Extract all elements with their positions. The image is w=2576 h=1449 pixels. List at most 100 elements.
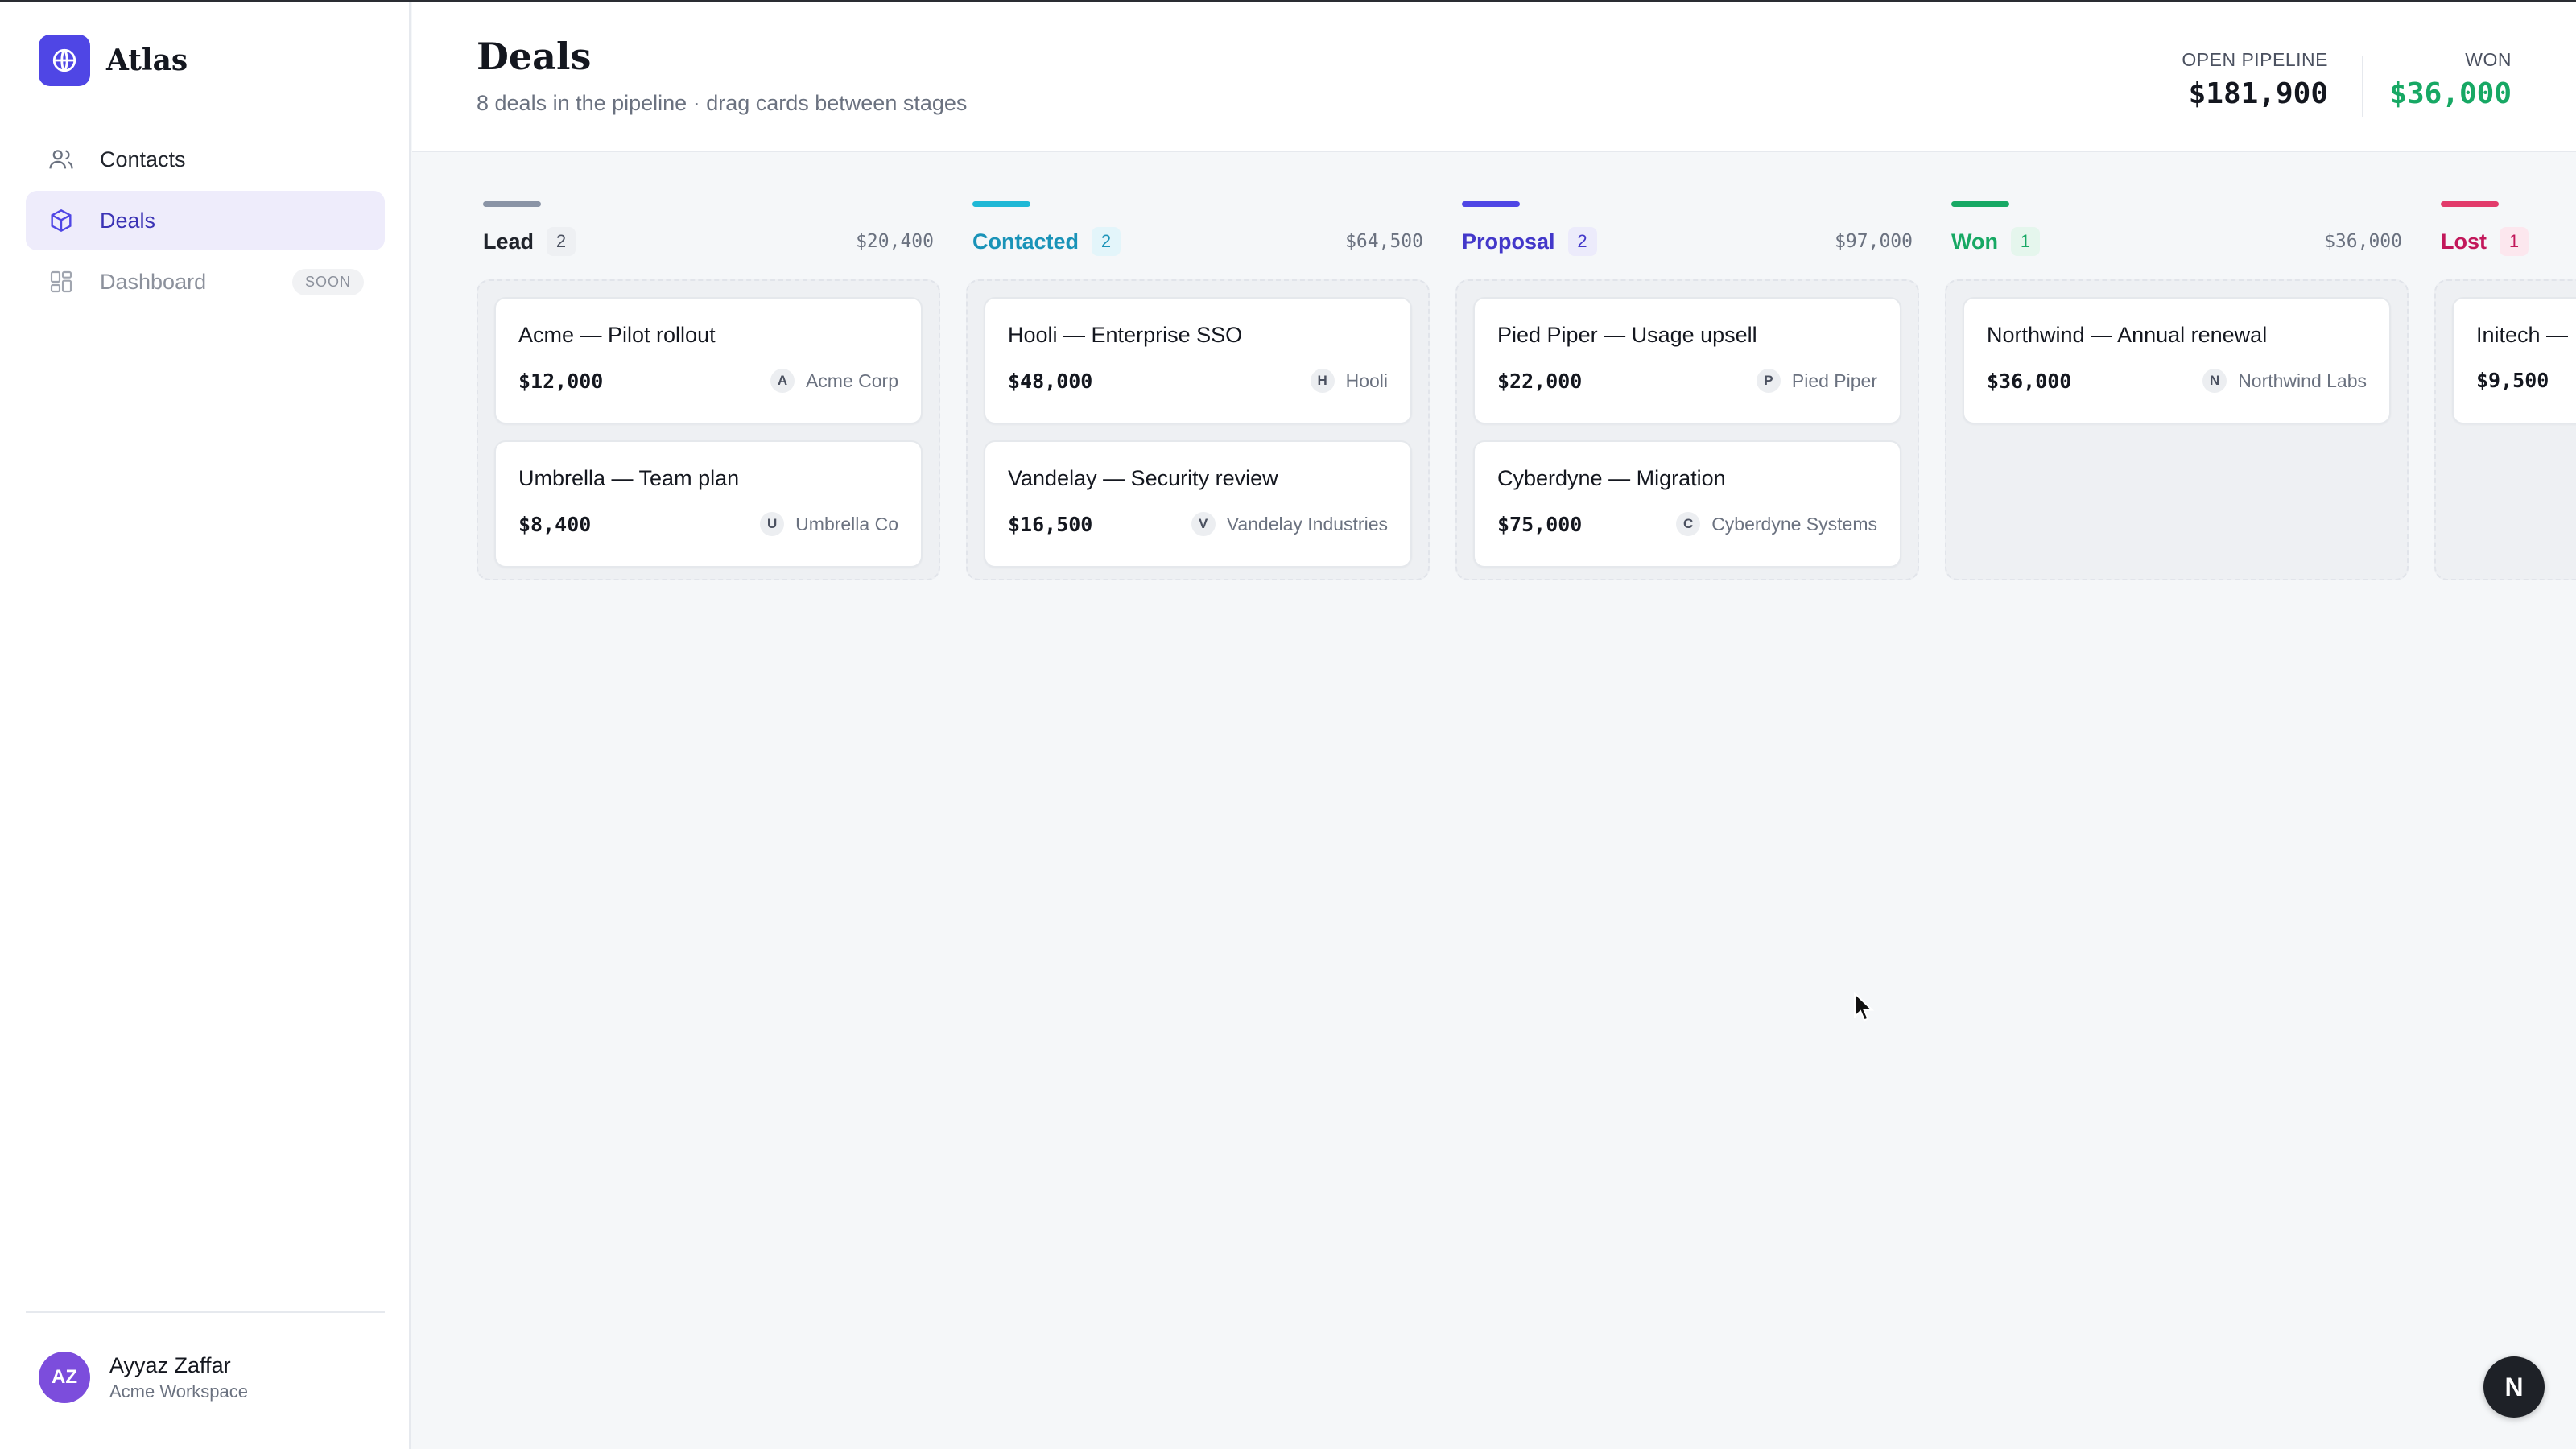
deal-title: Northwind — Annual renewal: [1987, 323, 2268, 347]
company-initial: C: [1676, 512, 1701, 536]
company-name: Northwind Labs: [2238, 369, 2367, 391]
stat-value: $36,000: [2389, 77, 2512, 110]
sidebar: Atlas Contacts Deals Dashboard SOON AZ A…: [0, 2, 411, 1449]
deal-card[interactable]: Acme — Pilot rollout $12,000 A Acme Corp: [494, 297, 923, 424]
column-lost: Lost 1 Initech — $9,500: [2434, 201, 2576, 580]
column-count: 2: [1092, 227, 1121, 256]
sidebar-item-contacts[interactable]: Contacts: [26, 130, 385, 189]
column-color-bar: [483, 201, 541, 207]
column-total: $97,000: [1835, 231, 1913, 252]
box-icon: [45, 204, 77, 237]
deal-amount: $36,000: [1987, 369, 2072, 393]
sidebar-nav: Contacts Deals Dashboard SOON: [26, 130, 385, 313]
deal-title: Vandelay — Security review: [1008, 466, 1278, 490]
deal-card[interactable]: Vandelay — Security review $16,500 V Van…: [984, 440, 1412, 568]
sidebar-item-dashboard[interactable]: Dashboard SOON: [26, 252, 385, 312]
deal-company: P Pied Piper: [1756, 369, 1877, 393]
deal-card[interactable]: Hooli — Enterprise SSO $48,000 H Hooli: [984, 297, 1412, 424]
company-initial: U: [760, 512, 785, 536]
deal-card[interactable]: Pied Piper — Usage upsell $22,000 P Pied…: [1473, 297, 1901, 424]
dev-tools-button[interactable]: N: [2483, 1356, 2545, 1418]
stat-value: $181,900: [2188, 77, 2328, 110]
column-color-bar: [972, 201, 1030, 207]
user-name: Ayyaz Zaffar: [109, 1352, 231, 1377]
sidebar-item-label: Deals: [100, 208, 156, 233]
column-color-bar: [1951, 201, 2009, 207]
deal-company: V Vandelay Industries: [1191, 512, 1388, 536]
column-name: Contacted: [972, 229, 1080, 254]
deal-card[interactable]: Cyberdyne — Migration $75,000 C Cyberdyn…: [1473, 440, 1901, 568]
deal-title: Cyberdyne — Migration: [1497, 466, 1726, 490]
sidebar-divider: [26, 1311, 385, 1313]
brand[interactable]: Atlas: [39, 35, 188, 86]
column-name: Won: [1951, 229, 1998, 254]
deal-amount: $22,000: [1497, 369, 1583, 393]
company-initial: A: [770, 369, 795, 393]
column-dropzone[interactable]: Pied Piper — Usage upsell $22,000 P Pied…: [1455, 279, 1919, 580]
deal-company: U Umbrella Co: [760, 512, 898, 536]
deal-company: C Cyberdyne Systems: [1676, 512, 1877, 536]
column-contacted: Contacted 2 $64,500 Hooli — Enterprise S…: [966, 201, 1430, 580]
column-total: $20,400: [856, 231, 934, 252]
column-dropzone[interactable]: Hooli — Enterprise SSO $48,000 H Hooli V…: [966, 279, 1430, 580]
user-profile[interactable]: AZ Ayyaz Zaffar Acme Workspace: [39, 1352, 248, 1403]
open-pipeline-stat: OPEN PIPELINE $181,900: [2182, 49, 2328, 110]
deal-card[interactable]: Initech — $9,500: [2452, 297, 2576, 424]
stat-divider: [2362, 56, 2363, 117]
column-header: Lead 2 $20,400: [477, 221, 940, 262]
deal-amount: $16,500: [1008, 512, 1093, 536]
column-count: 2: [547, 227, 576, 256]
column-lead: Lead 2 $20,400 Acme — Pilot rollout $12,…: [477, 201, 940, 580]
page-title: Deals: [477, 35, 592, 78]
column-proposal: Proposal 2 $97,000 Pied Piper — Usage up…: [1455, 201, 1919, 580]
column-header: Proposal 2 $97,000: [1455, 221, 1919, 262]
column-won: Won 1 $36,000 Northwind — Annual renewal…: [1945, 201, 2409, 580]
deal-card[interactable]: Northwind — Annual renewal $36,000 N Nor…: [1963, 297, 2391, 424]
company-name: Hooli: [1345, 369, 1388, 391]
company-initial: V: [1191, 512, 1216, 536]
column-name: Proposal: [1462, 229, 1555, 254]
column-dropzone[interactable]: Northwind — Annual renewal $36,000 N Nor…: [1945, 279, 2409, 580]
column-header: Won 1 $36,000: [1945, 221, 2409, 262]
column-name: Lost: [2441, 229, 2487, 254]
deal-amount: $48,000: [1008, 369, 1093, 393]
app-name: Atlas: [106, 43, 188, 77]
company-initial: H: [1310, 369, 1335, 393]
deal-title: Initech —: [2476, 323, 2569, 347]
globe-icon: [39, 35, 90, 86]
company-initial: N: [2202, 369, 2227, 393]
sidebar-item-label: Contacts: [100, 147, 186, 171]
column-header: Lost 1: [2434, 221, 2576, 262]
stat-label: WON: [2465, 49, 2512, 70]
column-dropzone[interactable]: Initech — $9,500: [2434, 279, 2576, 580]
won-stat: WON $36,000: [2389, 49, 2512, 110]
kanban-board: Lead 2 $20,400 Acme — Pilot rollout $12,…: [477, 201, 2576, 588]
column-count: 1: [2010, 227, 2040, 256]
deal-card[interactable]: Umbrella — Team plan $8,400 U Umbrella C…: [494, 440, 923, 568]
mouse-cursor-icon: [1853, 991, 1875, 1026]
soon-badge: SOON: [291, 268, 364, 295]
column-color-bar: [1462, 201, 1520, 207]
column-name: Lead: [483, 229, 535, 254]
column-dropzone[interactable]: Acme — Pilot rollout $12,000 A Acme Corp…: [477, 279, 940, 580]
deal-amount: $12,000: [518, 369, 604, 393]
company-name: Pied Piper: [1791, 369, 1877, 391]
column-header: Contacted 2 $64,500: [966, 221, 1430, 262]
deal-amount: $9,500: [2476, 369, 2549, 392]
company-name: Umbrella Co: [795, 513, 898, 535]
sidebar-item-deals[interactable]: Deals: [26, 191, 385, 250]
deal-amount: $8,400: [518, 512, 592, 536]
column-count: 1: [2500, 227, 2529, 256]
deal-amount: $75,000: [1497, 512, 1583, 536]
deal-title: Hooli — Enterprise SSO: [1008, 323, 1243, 347]
deal-title: Acme — Pilot rollout: [518, 323, 716, 347]
sidebar-item-label: Dashboard: [100, 269, 207, 294]
company-name: Acme Corp: [805, 369, 898, 391]
deal-company: N Northwind Labs: [2202, 369, 2367, 393]
avatar: AZ: [39, 1352, 90, 1403]
column-total: $36,000: [2324, 231, 2402, 252]
deal-company: H Hooli: [1310, 369, 1388, 393]
column-color-bar: [2441, 201, 2499, 207]
page-subtitle: 8 deals in the pipeline · drag cards bet…: [477, 91, 968, 115]
company-name: Cyberdyne Systems: [1711, 513, 1877, 535]
